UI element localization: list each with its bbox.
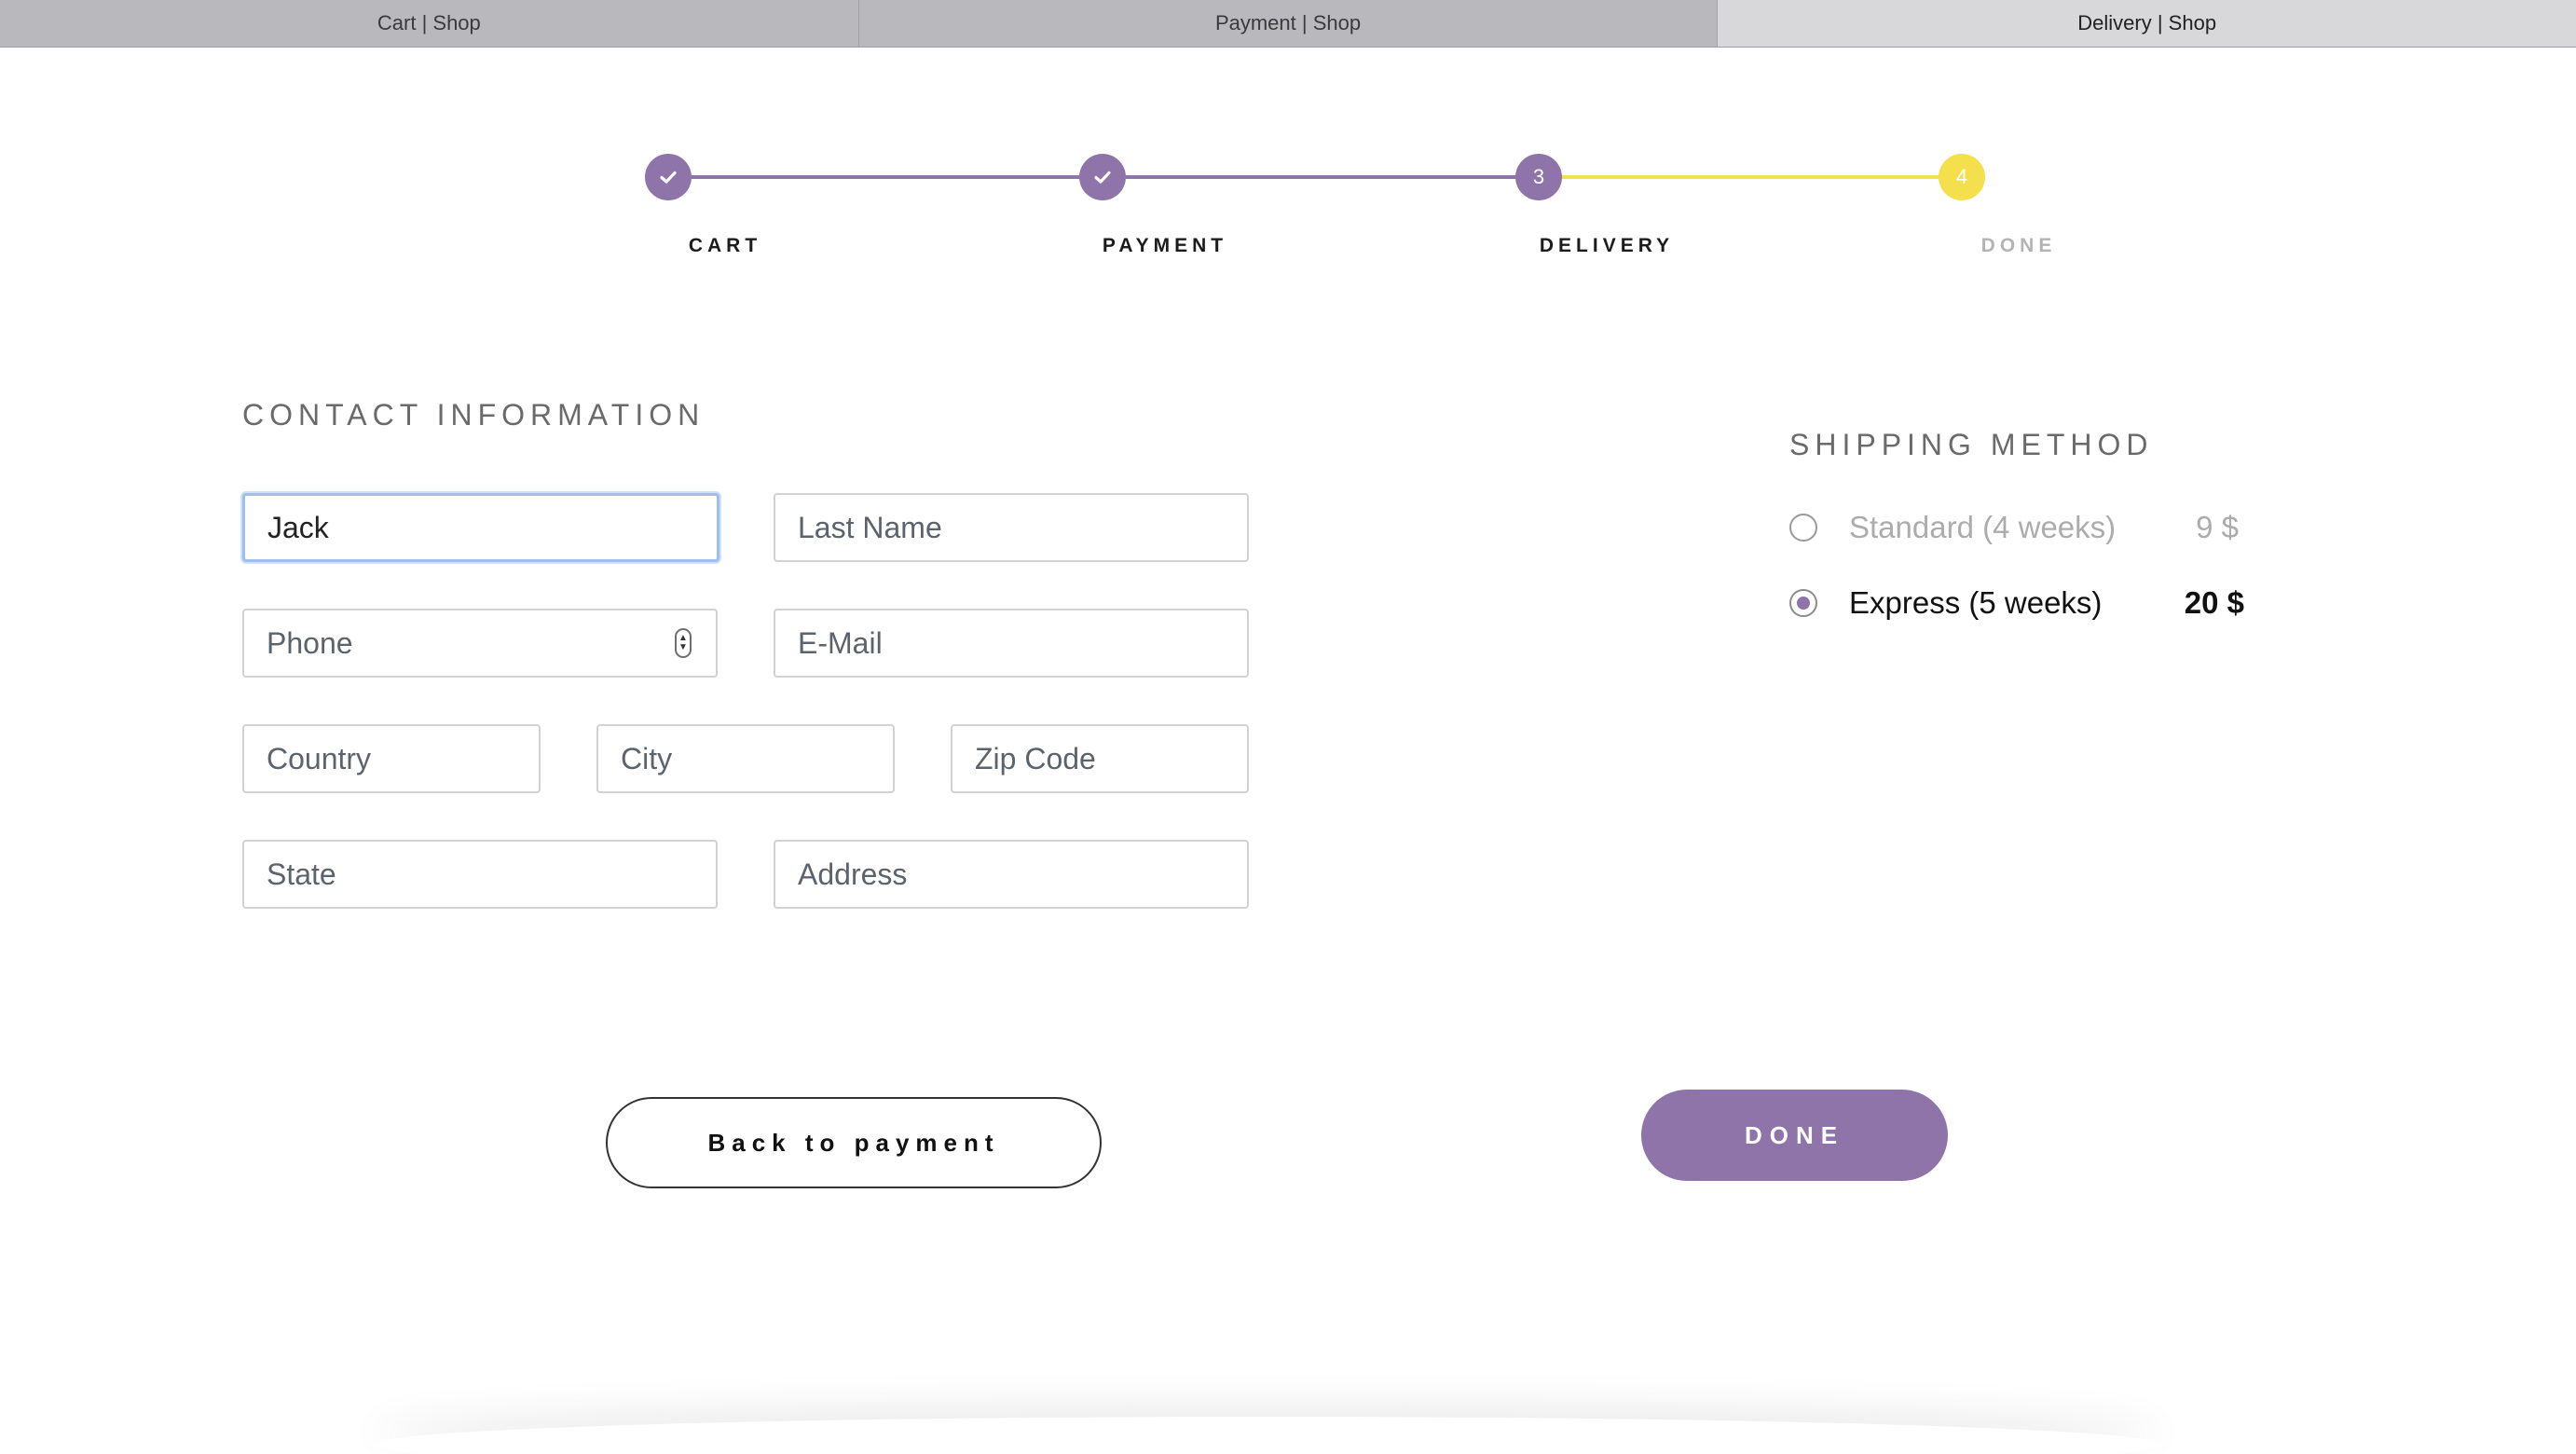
done-button[interactable]: DONE <box>1641 1090 1948 1181</box>
shipping-section-title: SHIPPING METHOD <box>1789 428 2154 461</box>
back-to-payment-button[interactable]: Back to payment <box>606 1097 1102 1188</box>
step-cart-marker <box>645 154 692 200</box>
shipping-option-price: 9 $ <box>2196 510 2239 544</box>
checkout-stepper: 3 4 CART PAYMENT DELIVERY DONE <box>0 0 2576 298</box>
radio-selected-dot <box>1797 597 1810 610</box>
email-field[interactable] <box>774 609 1249 678</box>
checkout-page: Cart | Shop Payment | Shop Delivery | Sh… <box>0 0 2576 1454</box>
shipping-option-express[interactable]: Express (5 weeks) 20 $ <box>1789 580 2246 626</box>
shipping-option-standard[interactable]: Standard (4 weeks) 9 $ <box>1789 504 2246 551</box>
step-label-payment: PAYMENT <box>1102 235 1228 256</box>
last-name-field[interactable] <box>774 493 1249 562</box>
step-label-cart: CART <box>688 235 762 256</box>
radio-checked-icon[interactable] <box>1789 589 1817 617</box>
step-payment-marker <box>1079 154 1126 200</box>
first-name-field[interactable] <box>242 493 719 562</box>
address-field[interactable] <box>774 840 1249 909</box>
phone-stepper-icon[interactable]: ▲ ▼ <box>675 628 692 658</box>
stepper-connector-2 <box>1126 175 1540 179</box>
step-label-done: DONE <box>1980 235 2057 256</box>
step-number: 3 <box>1532 165 1545 188</box>
shipping-option-label: Express (5 weeks) <box>1849 585 2103 620</box>
phone-field[interactable] <box>242 609 718 678</box>
radio-unchecked-icon[interactable] <box>1789 514 1817 542</box>
check-icon <box>660 171 677 184</box>
shipping-option-label: Standard (4 weeks) <box>1849 510 2117 544</box>
bottom-card-shadow <box>373 1417 2162 1454</box>
city-field[interactable] <box>596 724 895 793</box>
phone-field-wrapper: ▲ ▼ <box>242 609 718 678</box>
check-icon <box>1094 171 1111 184</box>
country-field[interactable] <box>242 724 541 793</box>
stepper-connector-1 <box>692 175 1103 179</box>
contact-section-title: CONTACT INFORMATION <box>242 398 706 432</box>
step-done-marker: 4 <box>1939 154 1985 200</box>
step-delivery-marker: 3 <box>1515 154 1562 200</box>
state-field[interactable] <box>242 840 718 909</box>
shipping-option-price: 20 $ <box>2184 585 2244 620</box>
step-label-delivery: DELIVERY <box>1539 235 1675 256</box>
chevron-down-icon[interactable]: ▼ <box>678 643 688 652</box>
stepper-connector-3 <box>1562 175 1963 179</box>
zip-code-field[interactable] <box>951 724 1249 793</box>
step-number: 4 <box>1955 165 1968 188</box>
